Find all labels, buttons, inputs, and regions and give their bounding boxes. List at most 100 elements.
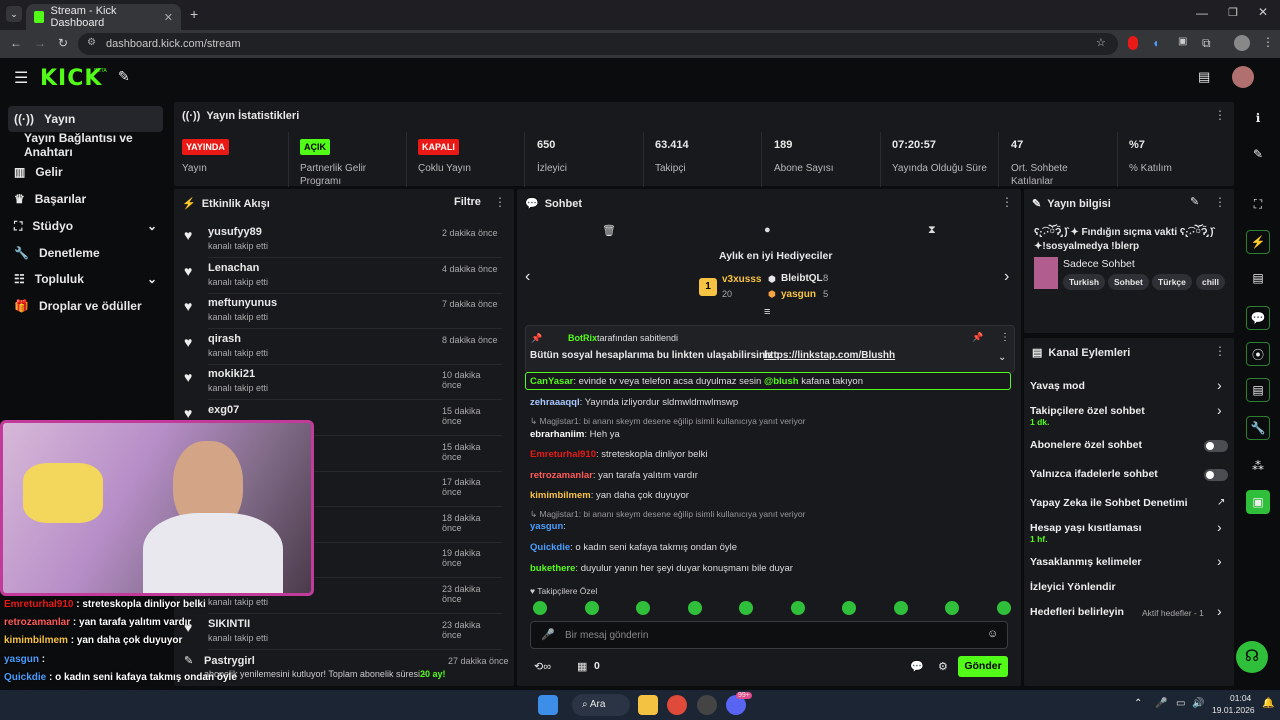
toggle-switch[interactable]	[1204, 440, 1228, 452]
emote-icon[interactable]	[790, 601, 805, 615]
sidebar-item-studyo[interactable]: ⛶ Stüdyo ⌄	[8, 213, 163, 239]
bolt-icon[interactable]: ⚡	[1246, 230, 1270, 254]
back-icon[interactable]: ←	[10, 36, 22, 50]
category-name[interactable]: Sadece Sohbet	[1063, 258, 1135, 270]
tools-icon[interactable]: ✎	[118, 68, 130, 85]
minimize-icon[interactable]: —	[1196, 6, 1208, 20]
network-icon[interactable]: ▭	[1176, 698, 1185, 709]
external-link-icon[interactable]: ↗	[1217, 497, 1225, 508]
category-thumbnail[interactable]	[1034, 257, 1058, 289]
people-icon[interactable]: ⁂	[1246, 454, 1270, 478]
sidebar-item-stream-key[interactable]: Yayın Bağlantısı ve Anahtarı	[18, 131, 173, 159]
tab-search-icon[interactable]: ⌄	[6, 6, 22, 22]
emote-icon[interactable]	[687, 601, 702, 615]
notification-bell-icon[interactable]: 🔔	[1262, 698, 1274, 709]
sidebar-item-topluluk[interactable]: ☷ Topluluk ⌄	[8, 266, 163, 292]
channel-action-label[interactable]: Yapay Zeka ile Sohbet Denetimi	[1030, 497, 1188, 509]
info-icon[interactable]: ℹ	[1246, 106, 1270, 130]
gifter-name[interactable]: v3xusss	[722, 274, 761, 285]
channel-action-label[interactable]: Yasaklanmış kelimeler	[1030, 556, 1142, 568]
tag-chip[interactable]: chill	[1196, 274, 1226, 290]
activity-username[interactable]: mokiki21	[208, 368, 255, 380]
store-icon[interactable]: ▦	[577, 660, 587, 673]
channel-action-label[interactable]: Hesap yaşı kısıtlaması	[1030, 522, 1142, 534]
tray-chevron-icon[interactable]: ⌃	[1134, 698, 1142, 709]
stats-menu-icon[interactable]: ⋮	[1214, 108, 1226, 122]
collapse-icon[interactable]: ≡	[764, 306, 770, 318]
wallet-icon[interactable]: ▤	[1198, 69, 1210, 85]
prev-arrow-icon[interactable]: ‹	[525, 268, 530, 286]
browser-menu-icon[interactable]: ⋮	[1262, 35, 1274, 49]
chat-username[interactable]: Emreturhal910	[530, 449, 596, 460]
send-button[interactable]: Gönder	[958, 656, 1008, 677]
app-icon[interactable]: ▣	[1246, 490, 1270, 514]
user-avatar[interactable]	[1232, 66, 1254, 88]
sidebar-item-droplar[interactable]: 🎁 Droplar ve ödüller	[8, 293, 163, 319]
channel-action-label[interactable]: İzleyici Yönlendir	[1030, 581, 1116, 593]
browser-tab[interactable]: Stream - Kick Dashboard ✕	[26, 4, 181, 30]
sidebar-item-basarilar[interactable]: ♛ Başarılar	[8, 186, 163, 212]
sidebar-item-denetleme[interactable]: 🔧 Denetleme	[8, 240, 163, 266]
support-icon[interactable]: ☊	[1236, 641, 1268, 673]
filter-button[interactable]: Filtre	[454, 196, 481, 208]
emote-icon[interactable]	[893, 601, 908, 615]
windows-start-icon[interactable]	[538, 695, 558, 715]
extension-icon[interactable]: ▣	[1178, 36, 1187, 47]
file-explorer-icon[interactable]	[638, 695, 658, 715]
activity-menu-icon[interactable]: ⋮	[494, 195, 506, 209]
chat-mention[interactable]: @blush	[764, 376, 799, 387]
reload-icon[interactable]: ↻	[58, 36, 68, 50]
hamburger-menu-icon[interactable]: ☰	[14, 68, 28, 88]
gifter-name[interactable]: yasgun	[781, 289, 816, 300]
chevron-right-icon[interactable]: ›	[1217, 519, 1222, 535]
chat-menu-icon[interactable]: ⋮	[1001, 195, 1013, 209]
emote-icon[interactable]	[636, 601, 650, 615]
channel-action-label[interactable]: Abonelere özel sohbet	[1030, 439, 1142, 451]
tag-chip[interactable]: Turkish	[1063, 274, 1106, 290]
chat-username[interactable]: Quickdie	[530, 542, 570, 553]
chat-settings-icon[interactable]: ⚙	[938, 660, 948, 673]
activity-username[interactable]: Lenachan	[208, 262, 259, 274]
chrome-icon[interactable]	[667, 695, 687, 715]
tag-chip[interactable]: Türkçe	[1152, 274, 1192, 290]
sidebar-item-gelir[interactable]: ▥ Gelir	[8, 159, 163, 185]
taskbar-search[interactable]: ⌕ Ara	[572, 694, 630, 716]
emote-icon[interactable]	[996, 601, 1011, 615]
close-tab-icon[interactable]: ✕	[164, 11, 173, 24]
chat-username[interactable]: CanYasar	[530, 376, 573, 387]
chevron-right-icon[interactable]: ›	[1217, 603, 1222, 619]
screen-icon[interactable]: ⛶	[1246, 192, 1270, 216]
hourglass-icon[interactable]: ⧗	[928, 224, 936, 237]
expand-chevron-icon[interactable]: ⌄	[998, 352, 1006, 363]
chat-bubble-icon[interactable]: 💬	[910, 660, 924, 673]
chat-username[interactable]: yasgun	[530, 521, 563, 532]
chevron-right-icon[interactable]: ›	[1217, 402, 1222, 418]
channel-action-label[interactable]: Yavaş mod	[1030, 380, 1085, 392]
sidebar-item-yayin[interactable]: ((·)) Yayın	[8, 106, 163, 132]
activity-username[interactable]: exg07	[208, 404, 239, 416]
url-field[interactable]: ⚙ dashboard.kick.com/stream ☆	[78, 33, 1118, 55]
emote-icon[interactable]	[584, 601, 599, 615]
chat-username[interactable]: bukethere	[530, 563, 575, 574]
chat-username[interactable]: retrozamanlar	[530, 470, 593, 481]
obs-icon[interactable]	[697, 695, 717, 715]
actions-menu-icon[interactable]: ⋮	[1214, 344, 1226, 358]
stream-info-menu-icon[interactable]: ⋮	[1214, 195, 1226, 209]
activity-username[interactable]: yusufyy89	[208, 226, 262, 238]
forward-icon[interactable]: →	[34, 36, 46, 50]
channel-action-label[interactable]: Yalnızca ifadelerle sohbet	[1030, 468, 1158, 480]
pinned-menu-icon[interactable]: ⋮	[1000, 332, 1010, 343]
emote-icon[interactable]	[739, 601, 753, 615]
chat-bubble-icon[interactable]: 💬	[1246, 306, 1270, 330]
extension-red-icon[interactable]	[1128, 36, 1138, 50]
emote-icon[interactable]	[533, 601, 547, 615]
bookmark-star-icon[interactable]: ☆	[1096, 36, 1106, 49]
points-icon[interactable]: ⟲∞	[534, 660, 551, 673]
broadcast-icon[interactable]: ⦿	[1246, 342, 1270, 366]
chevron-right-icon[interactable]: ›	[1217, 377, 1222, 393]
gifter-name[interactable]: BleibtQL	[781, 273, 823, 284]
channel-action-label[interactable]: Hedefleri belirleyin	[1030, 606, 1124, 618]
chat-username[interactable]: ebrarhaniim	[530, 429, 584, 440]
notes-icon[interactable]: ▤	[1246, 266, 1270, 290]
activity-username[interactable]: qirash	[208, 333, 241, 345]
